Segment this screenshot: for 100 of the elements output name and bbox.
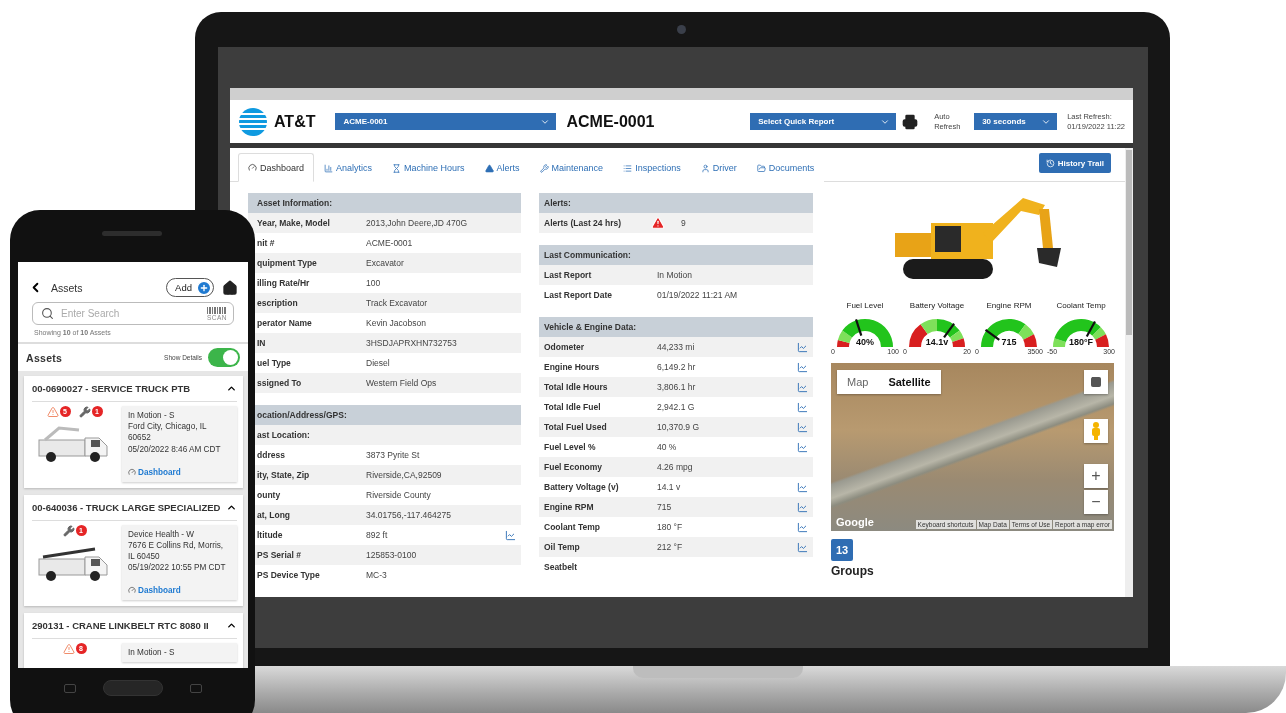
section-header: Vehicle & Engine Data: [539,317,813,337]
asset-address: 7676 E Collins Rd, Morris, IL 60450 [128,539,225,562]
grid-icon [1090,376,1102,388]
gauge-dial [1053,319,1109,347]
refresh-select[interactable]: 30 seconds [974,113,1058,130]
printer-icon[interactable] [902,113,919,130]
field-value: 715 [657,502,673,512]
section-header: Alerts: [539,193,813,213]
nav-button[interactable] [63,683,76,693]
report-select[interactable]: Select Quick Report [750,113,897,130]
map-type-tab[interactable]: Map [837,370,879,394]
street-view-button[interactable] [1084,419,1108,443]
field-label: quipment Type [256,258,318,268]
field-value: Diesel [366,358,391,368]
chart-icon[interactable] [796,381,808,393]
field-value: 125853-0100 [366,550,418,560]
chart-icon[interactable] [796,361,808,373]
field-value: Western Field Ops [366,378,438,388]
field-value: 3873 Pyrite St [366,450,421,460]
chart-icon[interactable] [796,501,808,513]
field-value: 3HSDJAPRXHN732753 [366,338,458,348]
gauge-icon [128,586,136,595]
field-value: 44,233 mi [657,342,696,352]
field-label: Oil Temp [543,542,581,552]
dashboard-link[interactable]: Dashboard [128,466,231,478]
map-type-tab[interactable]: Satellite [878,370,941,394]
gauge-reading: 40% [856,337,874,347]
tab-icon [539,163,549,173]
zoom-in-button[interactable]: + [1084,464,1108,488]
field-label: ltitude [256,530,284,540]
gauge-reading: 180°F [1068,337,1094,347]
plus-icon [196,279,212,296]
chart-icon[interactable] [796,541,808,553]
field-value: 100 [366,278,382,288]
tab-icon [756,163,766,173]
person-icon [1091,422,1101,440]
history-trail-button[interactable]: History Trail [1038,153,1111,173]
gauge-label: Engine RPM [986,301,1032,310]
field-value: 3,806.1 hr [657,382,697,392]
asset-select[interactable]: ACME-0001 [335,113,557,130]
field-label: nit # [256,238,276,248]
chart-icon[interactable] [796,521,808,533]
field-label: ounty [256,490,282,500]
home-icon[interactable] [222,279,238,296]
asset-status: In Motion - S [128,410,176,422]
field-value: MC-3 [366,570,388,580]
wrench-icon [78,406,91,419]
toggle-switch[interactable] [208,348,240,368]
field-value: Track Excavator [366,298,429,308]
chart-icon[interactable] [796,421,808,433]
camera-icon [677,25,686,34]
field-value: Riverside County [366,490,432,500]
field-label: uel Type [256,358,292,368]
field-value: In Motion [657,270,693,280]
fullscreen-button[interactable] [1084,370,1108,394]
groups-count: 13 [831,539,853,561]
asset-time: 05/19/2022 10:55 PM CDT [128,561,227,573]
field-label: Last Report Date [543,290,613,300]
field-label: perator Name [256,318,313,328]
chart-icon[interactable] [504,529,516,541]
field-value: 34.01756,-117.464275 [366,510,452,520]
field-label: PS Device Type [256,570,321,580]
field-value: 14.1 v [657,482,682,492]
chart-icon[interactable] [796,441,808,453]
field-value: Kevin Jacobson [366,318,427,328]
logo-text: AT&T [274,112,316,131]
chart-icon[interactable] [796,481,808,493]
scrollbar[interactable] [1125,148,1133,597]
add-button[interactable]: Add [166,278,214,298]
nav-button[interactable] [189,683,202,693]
history-icon [1045,158,1055,168]
search-icon [41,307,54,321]
field-label: Fuel Level % [543,442,597,452]
asset-title: 00-640036 - TRUCK LARGE SPECIALIZED [32,501,221,513]
gauge-dial [837,319,893,347]
wrench-icon [62,524,75,537]
field-value: 892 ft [366,530,389,540]
field-value: 9 [681,218,687,228]
warning-icon [46,406,59,419]
zoom-out-button[interactable]: − [1084,490,1108,514]
asset-title: 00-0690027 - SERVICE TRUCK PTB [32,383,191,395]
field-value: 2,942.1 G [657,402,696,412]
field-value: 212 °F [657,542,684,552]
tab[interactable]: Dashboard [238,153,315,182]
field-value: 2013,John Deere,JD 470G [366,218,469,228]
globe-logo-icon [238,106,268,137]
asset-status: Device Health - W [128,528,195,540]
asset-status: In Motion - S [128,646,176,658]
field-label: Coolant Temp [543,522,602,532]
asset-time: 05/20/2022 8:46 AM CDT [128,443,222,455]
field-label: ast Location: [256,430,311,440]
chart-icon[interactable] [796,341,808,353]
field-label: Fuel Economy [543,462,604,472]
gauge-label: Fuel Level [846,301,884,310]
barcode-icon [206,306,227,314]
dashboard-link[interactable]: Dashboard [128,584,231,596]
chart-icon[interactable] [796,401,808,413]
section-header: Asset Information: [248,193,521,213]
tab-icon [324,163,334,173]
gauge-reading: 715 [1001,337,1017,347]
